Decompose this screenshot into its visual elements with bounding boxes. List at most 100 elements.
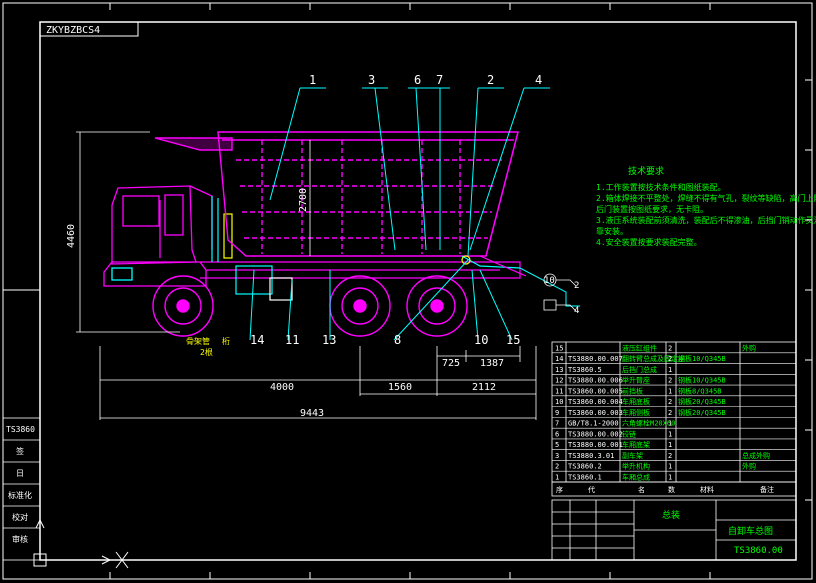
callout-8: 8 bbox=[394, 333, 401, 347]
bom-cell: 1 bbox=[668, 441, 672, 449]
bom-cell: 车厢侧板 bbox=[622, 408, 650, 417]
bom-cell: TS3880.00.001 bbox=[568, 441, 623, 449]
callout-6: 6 bbox=[414, 73, 421, 87]
bom-header-remark: 备注 bbox=[760, 485, 774, 494]
bom-cell: 14 bbox=[555, 355, 563, 363]
bom-cell: 1 bbox=[668, 366, 672, 374]
detail-1: 10 bbox=[544, 276, 555, 286]
bom-cell: 钢板20/Q345B bbox=[678, 397, 726, 406]
bom-cell: TS3880.00.002 bbox=[568, 430, 623, 438]
note-qty: 2根 bbox=[200, 347, 213, 357]
dim-2112: 2112 bbox=[472, 382, 496, 393]
dim-4000: 4000 bbox=[270, 382, 294, 393]
bom-cell: TS3860.1 bbox=[568, 474, 602, 482]
bom-cell: 2 bbox=[668, 398, 672, 406]
title-box-text: ZKYBZBCS4 bbox=[46, 25, 100, 36]
bom-header-name: 名 bbox=[638, 485, 645, 494]
dim-1387: 1387 bbox=[480, 358, 504, 369]
bom-cell: 5 bbox=[555, 441, 559, 449]
callout-1: 1 bbox=[309, 73, 316, 87]
tech-line-1: 1.工作装置按技术条件和图纸装配。 bbox=[596, 182, 726, 192]
bom-cell: 10 bbox=[555, 398, 563, 406]
tech-title: 技术要求 bbox=[628, 165, 664, 177]
bom-cell: 车厢底架 bbox=[622, 440, 650, 449]
tech-line-6: 4.安全装置按要求装配完整。 bbox=[596, 237, 702, 247]
dim-725: 725 bbox=[442, 358, 460, 369]
bom-cell: TS3880.00.007 bbox=[568, 355, 623, 363]
callout-4: 4 bbox=[535, 73, 542, 87]
bom-cell: 后挡门总成 bbox=[622, 365, 657, 374]
bom-cell: 3 bbox=[555, 452, 559, 460]
bom-cell: 2 bbox=[668, 355, 672, 363]
strip-cell-3: 标准化 bbox=[8, 490, 32, 500]
bom-cell: 翻转臂总成及固定座 bbox=[622, 354, 685, 363]
bom-cell: 2 bbox=[668, 344, 672, 352]
callout-11: 11 bbox=[285, 333, 299, 347]
bom-cell: TS3860.00.004 bbox=[568, 398, 623, 406]
callout-3: 3 bbox=[368, 73, 375, 87]
detail-3: 4 bbox=[574, 306, 579, 316]
callout-15: 15 bbox=[506, 333, 520, 347]
bom-header-code: 代 bbox=[588, 485, 595, 494]
note-skeleton-tube: 骨架管 bbox=[186, 336, 210, 346]
bom-cell: TS3860.2 bbox=[568, 463, 602, 471]
strip-cell-5: 审核 bbox=[12, 534, 28, 544]
bom-cell: 副车架 bbox=[622, 451, 643, 460]
bom-cell: 7 bbox=[555, 420, 559, 428]
bom-cell: 钢板10/Q345B bbox=[678, 354, 726, 363]
bom-cell: 2 bbox=[668, 377, 672, 385]
strip-cell-4: 校对 bbox=[12, 512, 28, 522]
bom-cell: 9 bbox=[555, 409, 559, 417]
bom-cell: 铰链 bbox=[622, 429, 636, 438]
detail-2: 2 bbox=[574, 281, 579, 291]
bom-cell: 1 bbox=[668, 387, 672, 395]
bom-cell: 2 bbox=[668, 452, 672, 460]
bom-cell: 12 bbox=[555, 377, 563, 385]
bom-cell: 15 bbox=[555, 344, 563, 352]
bom-cell: 1 bbox=[668, 430, 672, 438]
bom-cell: 1 bbox=[555, 474, 559, 482]
bom-cell: 总成外购 bbox=[742, 451, 770, 460]
bom-cell: 液压缸组件 bbox=[622, 343, 657, 352]
bom-cell: 13 bbox=[555, 366, 563, 374]
bom-cell: TS3860.00.003 bbox=[568, 409, 623, 417]
cad-drawing-canvas: ZKYBZBCS4 1 3 6 7 2 4 14 11 13 8 10 15 骨… bbox=[0, 0, 816, 583]
tech-line-4: 3.液压系统装配前须清洗，装配后不得渗油，后挡门销动作灵活可 bbox=[596, 215, 816, 225]
callout-13: 13 bbox=[322, 333, 336, 347]
callout-7: 7 bbox=[436, 73, 443, 87]
bom-header-material: 材料 bbox=[700, 485, 714, 494]
callout-14: 14 bbox=[250, 333, 264, 347]
bom-cell: 6 bbox=[555, 430, 559, 438]
bom-cell: 外购 bbox=[742, 462, 756, 471]
dim-9443: 9443 bbox=[300, 408, 324, 419]
strip-cell-2: 日 bbox=[16, 469, 24, 478]
bom-cell: TS3880.3.01 bbox=[568, 452, 614, 460]
tech-line-2: 2.箱体焊接不平整处，焊缝不得有气孔，裂纹等缺陷，高门上隔板。 bbox=[596, 193, 816, 203]
bom-cell: 车厢总成 bbox=[622, 473, 650, 482]
bom-cell: 钢板8/Q345B bbox=[678, 386, 722, 395]
bom-cell: TS3860.5 bbox=[568, 366, 602, 374]
bom-cell: 钢板10/Q345B bbox=[678, 376, 726, 385]
bom-cell: TS3860.00.005 bbox=[568, 387, 623, 395]
bom-cell: 前挡板 bbox=[622, 386, 643, 395]
dim-1560: 1560 bbox=[388, 382, 412, 393]
bom-cell: 外购 bbox=[742, 343, 756, 352]
strip-cell-1: 签 bbox=[16, 446, 24, 456]
callout-2: 2 bbox=[487, 73, 494, 87]
drawing-name: 自卸车总图 bbox=[728, 525, 773, 537]
bom-cell: 1 bbox=[668, 420, 672, 428]
dim-height-total: 4460 bbox=[66, 224, 77, 248]
bom-header-qty: 数 bbox=[668, 485, 675, 494]
bom-cell: GB/T8.1-2000 bbox=[568, 420, 619, 428]
bom-cell: 2 bbox=[555, 463, 559, 471]
callout-10: 10 bbox=[474, 333, 488, 347]
tech-line-3: 后门装置按图纸要求，无卡阻。 bbox=[596, 204, 708, 214]
note-beam: 桁 bbox=[222, 336, 230, 346]
bom-cell: 举升臂座 bbox=[622, 376, 650, 385]
tech-line-5: 靠安装。 bbox=[596, 226, 628, 236]
bom-cell: 车厢底板 bbox=[622, 397, 650, 406]
bom-cell: 11 bbox=[555, 387, 563, 395]
strip-cell-0: TS3860 bbox=[6, 425, 35, 434]
bom-header-seq: 序 bbox=[556, 485, 563, 494]
drawing-number: TS3860.00 bbox=[734, 546, 783, 556]
